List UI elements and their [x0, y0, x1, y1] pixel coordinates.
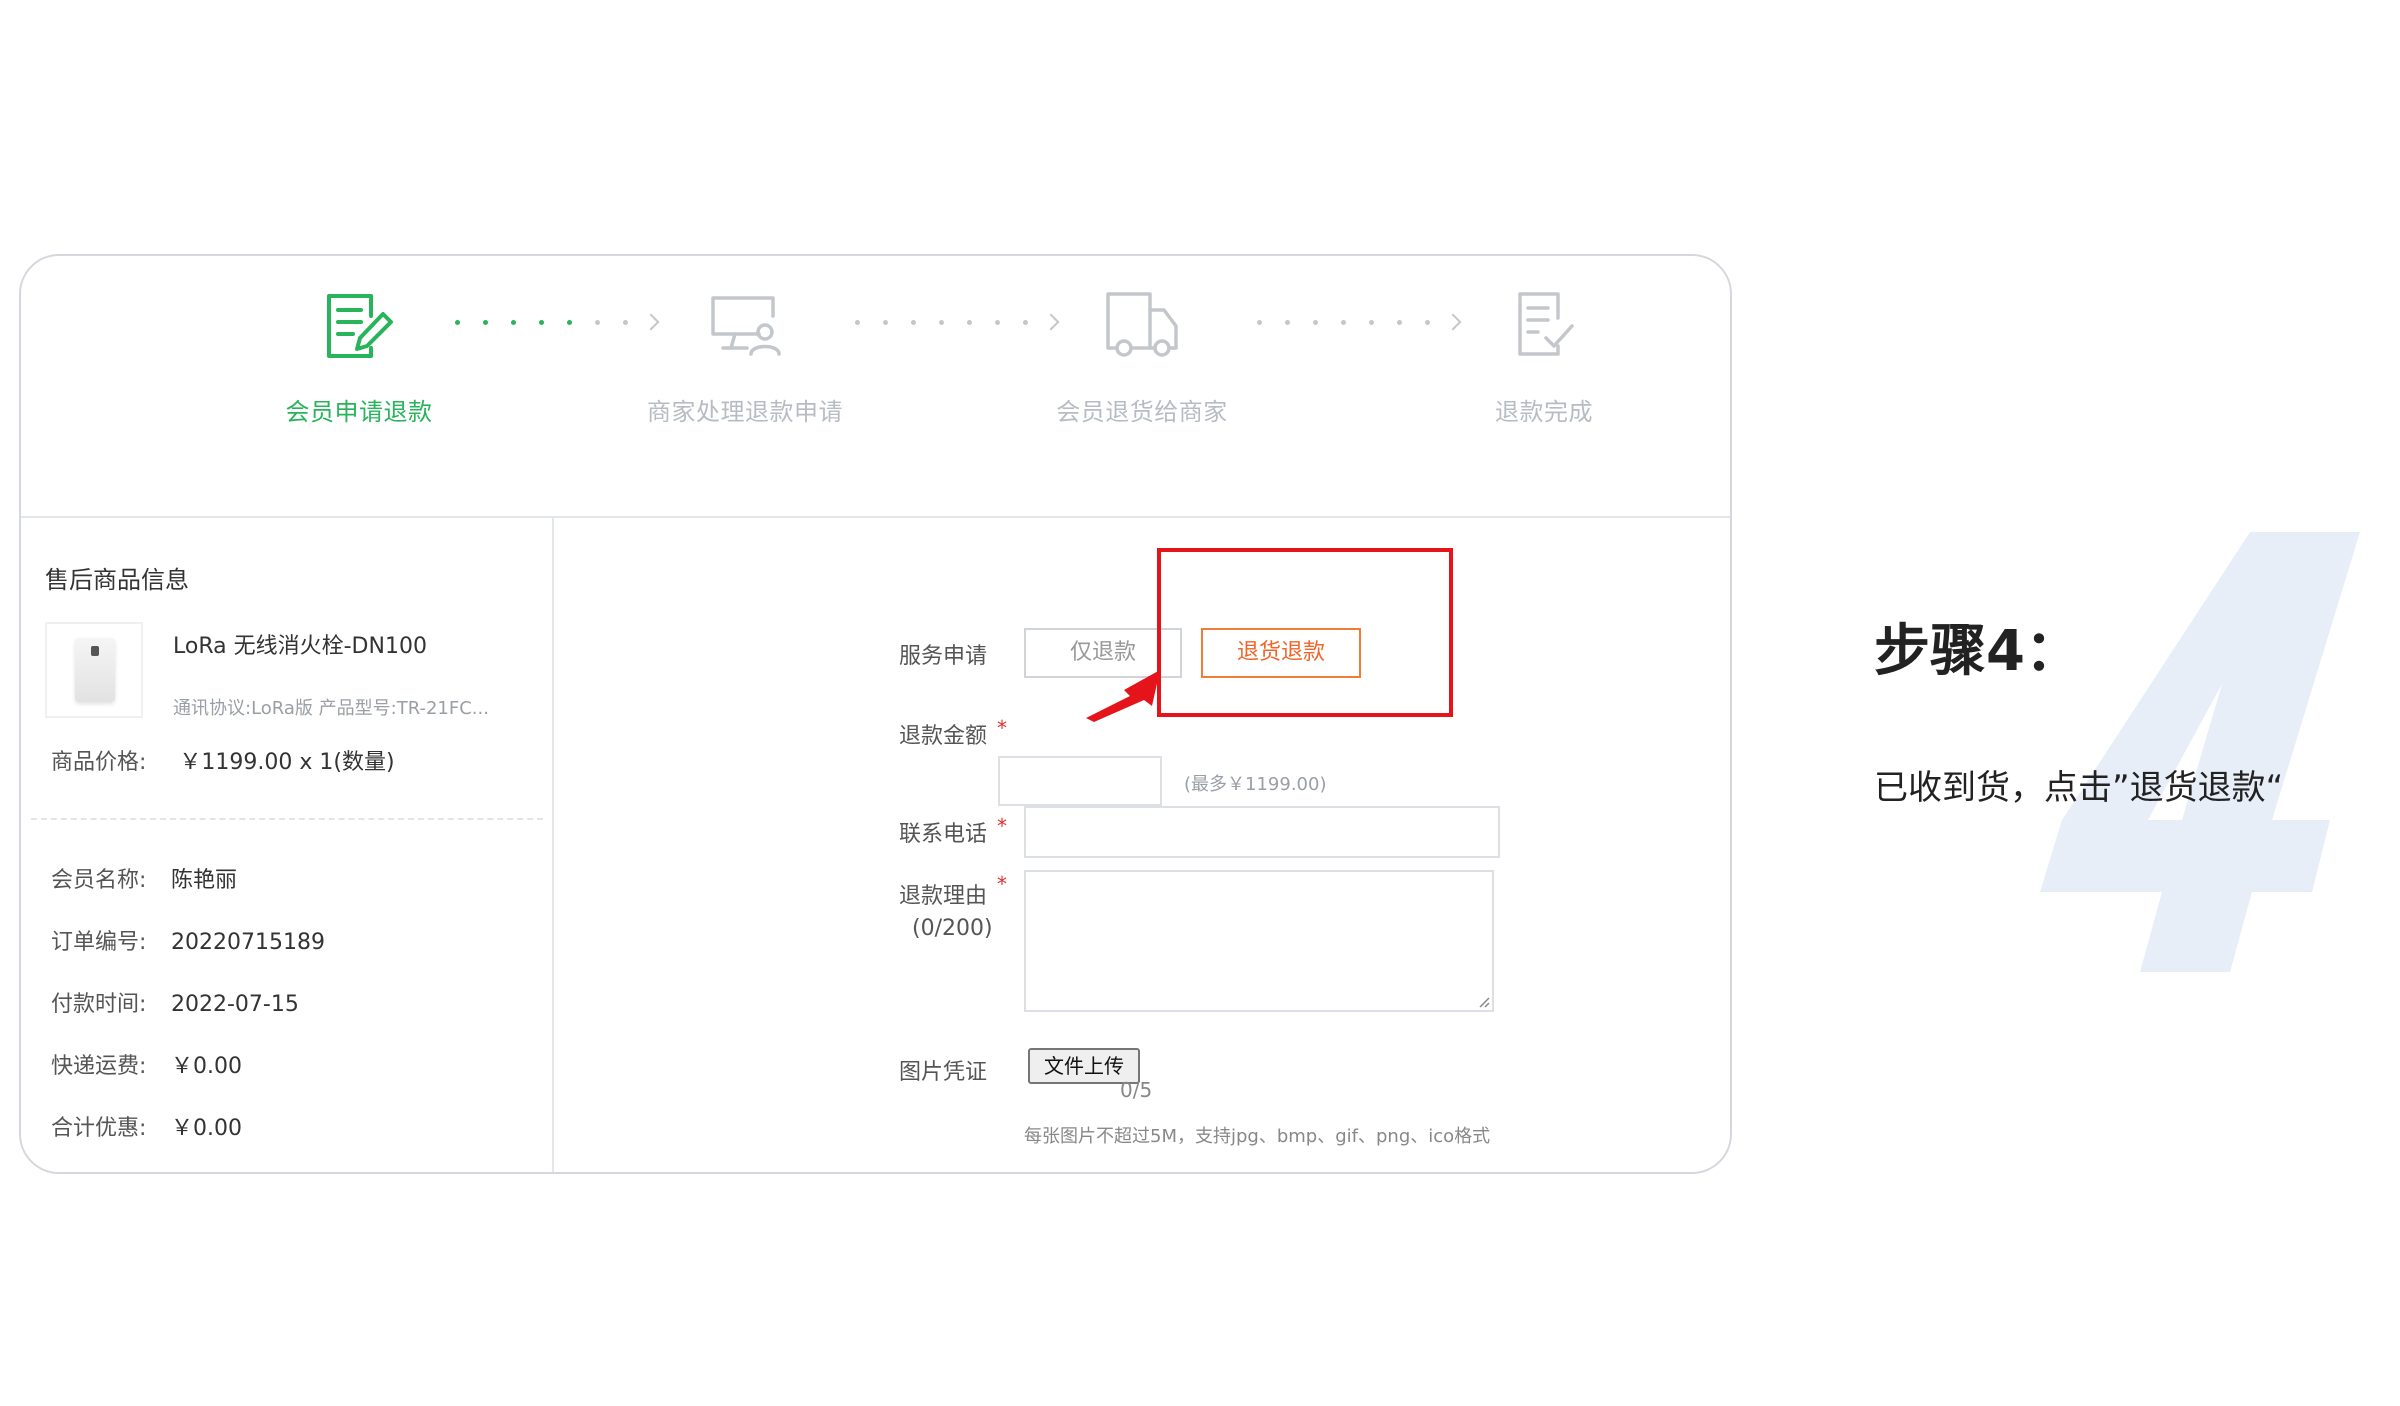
refund-amount-label: 退款金额 — [899, 724, 988, 749]
required-mark: * — [997, 872, 1007, 896]
divider — [31, 818, 543, 820]
upload-hint: 每张图片不超过5M，支持jpg、bmp、gif、png、ico格式 — [1024, 1126, 1491, 1147]
instruction-description: 已收到货，点击”退货退款“ — [1874, 768, 2284, 808]
step-label: 会员退货给商家 — [1056, 398, 1228, 426]
order-number-row: 订单编号: 20220715189 — [51, 924, 325, 956]
monitor-user-icon — [707, 286, 783, 362]
refund-reason-textarea[interactable] — [1024, 870, 1494, 1012]
image-proof-label: 图片凭证 — [899, 1060, 988, 1085]
shipping-fee-row: 快递运费: ￥0.00 — [51, 1048, 242, 1080]
step-label: 退款完成 — [1495, 398, 1593, 426]
contact-phone-input[interactable] — [1024, 806, 1500, 858]
step-connector — [1257, 310, 1462, 334]
info-key: 快递运费: — [51, 1054, 147, 1079]
step-connector — [855, 310, 1060, 334]
total-discount-row: 合计优惠: ￥0.00 — [51, 1110, 242, 1142]
highlight-box — [1157, 548, 1453, 717]
step-member-apply: 会员申请退款 — [229, 286, 489, 427]
step-connector — [455, 310, 660, 334]
refund-reason-label: 退款理由 — [899, 884, 988, 909]
member-name-row: 会员名称: 陈艳丽 — [51, 862, 237, 894]
info-value: ￥0.00 — [171, 1054, 242, 1079]
info-key: 会员名称: — [51, 868, 147, 893]
info-key: 订单编号: — [51, 930, 147, 955]
info-value: 陈艳丽 — [171, 868, 238, 893]
product-thumbnail[interactable] — [45, 622, 143, 718]
chevron-right-icon — [642, 313, 660, 331]
step-member-return: 会员退货给商家 — [1012, 286, 1272, 427]
product-name[interactable]: LoRa 无线消火栓-DN100 — [173, 628, 427, 660]
step-refund-complete: 退款完成 — [1414, 286, 1674, 427]
step-merchant-process: 商家处理退款申请 — [615, 286, 875, 427]
price-value: ￥1199.00 x 1(数量) — [179, 750, 395, 775]
refund-amount-hint: (最多￥1199.00) — [1184, 774, 1327, 795]
document-check-icon — [1506, 286, 1582, 362]
section-title: 售后商品信息 — [45, 566, 189, 594]
after-sale-product-info: 售后商品信息 LoRa 无线消火栓-DN100 通讯协议:LoRa版 产品型号:… — [21, 518, 554, 1172]
pointer-arrow-icon — [1086, 670, 1160, 722]
required-mark: * — [997, 814, 1007, 838]
refund-application-panel: 会员申请退款 商家处理退款申请 会员退货给商家 退款完成 售后商品信息 LoRa… — [19, 254, 1732, 1174]
info-value: 20220715189 — [171, 930, 325, 955]
contact-phone-label: 联系电话 — [899, 822, 988, 847]
step-label: 会员申请退款 — [285, 398, 433, 426]
edit-document-icon — [321, 286, 397, 362]
payment-time-row: 付款时间: 2022-07-15 — [51, 986, 299, 1018]
product-spec: 通讯协议:LoRa版 产品型号:TR-21FC... — [173, 698, 489, 719]
refund-progress-steps: 会员申请退款 商家处理退款申请 会员退货给商家 退款完成 — [21, 256, 1730, 518]
info-value: ￥0.00 — [171, 1116, 242, 1141]
step-label: 商家处理退款申请 — [647, 398, 843, 426]
resize-handle-icon[interactable] — [1478, 996, 1490, 1008]
product-price-row: 商品价格: ￥1199.00 x 1(数量) — [51, 744, 395, 776]
price-label: 商品价格: — [51, 750, 147, 775]
delivery-truck-icon — [1104, 286, 1180, 362]
info-key: 合计优惠: — [51, 1116, 147, 1141]
instruction-title: 步骤4： — [1874, 619, 2081, 684]
refund-reason-counter: (0/200) — [912, 916, 993, 941]
service-type-label: 服务申请 — [899, 644, 988, 669]
info-value: 2022-07-15 — [171, 992, 299, 1017]
refund-amount-input[interactable] — [998, 756, 1162, 806]
info-key: 付款时间: — [51, 992, 147, 1017]
chevron-right-icon — [1444, 313, 1462, 331]
chevron-right-icon — [1042, 313, 1060, 331]
step-number-watermark — [2040, 532, 2360, 972]
required-mark: * — [997, 716, 1007, 740]
upload-count: 0/5 — [1120, 1078, 1153, 1102]
